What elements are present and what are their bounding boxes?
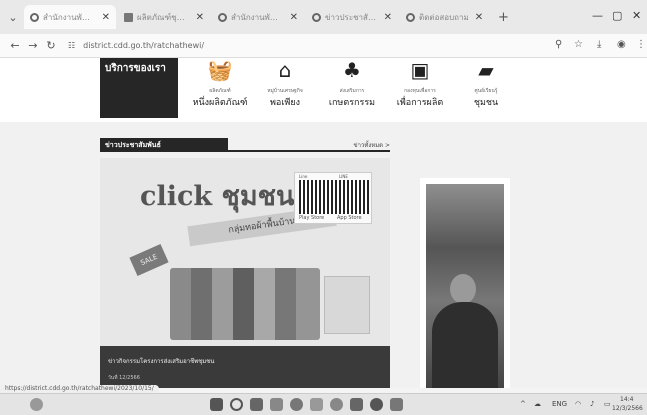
settings-icon[interactable] [330, 398, 343, 411]
cloud-icon[interactable]: ☁ [534, 400, 541, 408]
store-icon[interactable] [390, 398, 403, 411]
address-text: district.cdd.go.th/ratchathewi/ [83, 41, 205, 50]
clock-time[interactable]: 14:4 [620, 396, 633, 403]
download-icon[interactable]: ⤓ [597, 39, 601, 50]
web-page: บริการของเรา 🧺 ผลิตภัณฑ์ หนึ่งผลิตภัณฑ์ … [0, 58, 647, 388]
reload-icon[interactable]: ↻ [42, 39, 60, 52]
tab-3[interactable]: สำนักงานพัฒนาชุมชนจังหวัด ✕ [212, 5, 304, 29]
tab-title: ติดต่อสอบถาม [419, 12, 469, 22]
weather-icon[interactable] [30, 398, 43, 411]
back-icon[interactable]: ← [6, 39, 24, 52]
search-icon[interactable]: ⚲ [555, 39, 562, 50]
taskbar: ^ ☁ ENG ◠ ♪ ▭ 14:4 12/3/2566 [0, 393, 647, 415]
forward-icon[interactable]: → [24, 39, 42, 52]
services-bar: บริการของเรา 🧺 ผลิตภัณฑ์ หนึ่งผลิตภัณฑ์ … [0, 58, 647, 122]
news-header: ข่าวประชาสัมพันธ์ ข่าวทั้งหมด > [100, 138, 390, 152]
tab-close-icon[interactable]: ✕ [102, 12, 110, 23]
service-sub: ศูนย์เรียนรู้ [474, 88, 498, 94]
news-more-link[interactable]: ข่าวทั้งหมด > [354, 140, 390, 150]
qr-code-icon [299, 180, 333, 214]
word-icon[interactable] [350, 398, 363, 411]
wifi-icon[interactable]: ◠ [575, 400, 581, 408]
clock-date[interactable]: 12/3/2566 [612, 405, 643, 412]
news-caption-title: ข่าวกิจกรรมโครงการส่งเสริมอาชีพชุมชน [108, 358, 215, 365]
qr-label: LINE [339, 174, 348, 179]
featured-news-card[interactable]: click ชุมชน กลุ่มทอผ้าพื้นบ้าน Line LINE… [100, 158, 390, 388]
tab-title: สำนักงานพัฒนาชุมชน [43, 12, 96, 22]
tab-title: ผลิตภัณฑ์ชุมชน [137, 12, 190, 22]
edge-icon[interactable] [270, 398, 283, 411]
search-icon[interactable] [230, 398, 243, 411]
address-bar[interactable]: ☷ district.cdd.go.th/ratchathewi/ [68, 38, 488, 54]
bookmark-star-icon[interactable]: ☆ [574, 39, 583, 50]
menu-icon[interactable]: ⋮ [636, 39, 646, 50]
news-title: ข่าวประชาสัมพันธ์ [100, 138, 228, 152]
tab-1[interactable]: สำนักงานพัฒนาชุมชน ✕ [24, 5, 116, 29]
service-learning[interactable]: ▰ ศูนย์เรียนรู้ ชุมชน [446, 58, 526, 109]
tab-bar: ⌄ สำนักงานพัฒนาชุมชน ✕ ผลิตภัณฑ์ชุมชน ✕ … [0, 0, 647, 34]
chrome-globe-icon [312, 12, 321, 22]
chrome-icon[interactable] [370, 398, 383, 411]
news-caption: ข่าวกิจกรรมโครงการส่งเสริมอาชีพชุมชน วัน… [100, 346, 390, 388]
chrome-globe-icon [218, 12, 227, 22]
tab-close-icon[interactable]: ✕ [196, 12, 204, 23]
windows-icon[interactable] [210, 398, 223, 411]
tab-close-icon[interactable]: ✕ [290, 12, 298, 23]
news-card-photo[interactable] [420, 178, 510, 388]
volume-icon[interactable]: ♪ [590, 400, 594, 408]
minimize-button[interactable]: — [592, 9, 603, 22]
qr-caption: Play Store [299, 215, 325, 221]
chrome-globe-icon [30, 12, 39, 22]
site-info-icon[interactable]: ☷ [68, 41, 75, 50]
tab-4[interactable]: ข่าวประชาสัมพันธ์ ✕ [306, 5, 398, 29]
chrome-globe-icon [406, 12, 415, 22]
featured-brand: click ชุมชน [140, 181, 295, 212]
tab-5[interactable]: ติดต่อสอบถาม ✕ [400, 5, 492, 29]
tab-list-chevron-icon[interactable]: ⌄ [4, 11, 22, 24]
qr-code-icon [335, 180, 369, 214]
battery-icon[interactable]: ▭ [604, 400, 611, 408]
file-explorer-icon[interactable] [250, 398, 263, 411]
news-caption-date: วันที่ 12/2566 [108, 375, 140, 381]
price-tag: SALE [129, 243, 169, 277]
mail-icon[interactable] [310, 398, 323, 411]
tab-close-icon[interactable]: ✕ [475, 12, 483, 23]
book-icon: ▰ [478, 58, 494, 82]
person-head [450, 274, 476, 304]
qr-caption: App Store [337, 215, 362, 221]
page-icon [124, 12, 133, 22]
address-bar-row: ← → ↻ ☷ district.cdd.go.th/ratchathewi/ [0, 34, 647, 58]
chrome-icon[interactable] [290, 398, 303, 411]
services-title: บริการของเรา [100, 58, 178, 118]
service-label: ชุมชน [473, 98, 499, 108]
tray-arrow-icon[interactable]: ^ [520, 400, 526, 408]
bag-product-image [324, 276, 370, 334]
new-tab-button[interactable]: + [498, 10, 509, 25]
qr-panel: Line LINE Play Store App Store [294, 172, 372, 224]
person-photo [426, 184, 504, 388]
close-window-button[interactable]: ✕ [632, 9, 641, 22]
language-indicator[interactable]: ENG [552, 400, 567, 408]
tab-title: สำนักงานพัฒนาชุมชนจังหวัด [231, 12, 284, 22]
fabric-product-image [170, 268, 320, 340]
tab-title: ข่าวประชาสัมพันธ์ [325, 12, 378, 22]
profile-icon[interactable]: ◉ [617, 39, 626, 50]
qr-label: Line [299, 174, 308, 179]
person-body [432, 302, 498, 388]
maximize-button[interactable]: ▢ [612, 9, 622, 22]
tab-2[interactable]: ผลิตภัณฑ์ชุมชน ✕ [118, 5, 210, 29]
tab-close-icon[interactable]: ✕ [384, 12, 392, 23]
